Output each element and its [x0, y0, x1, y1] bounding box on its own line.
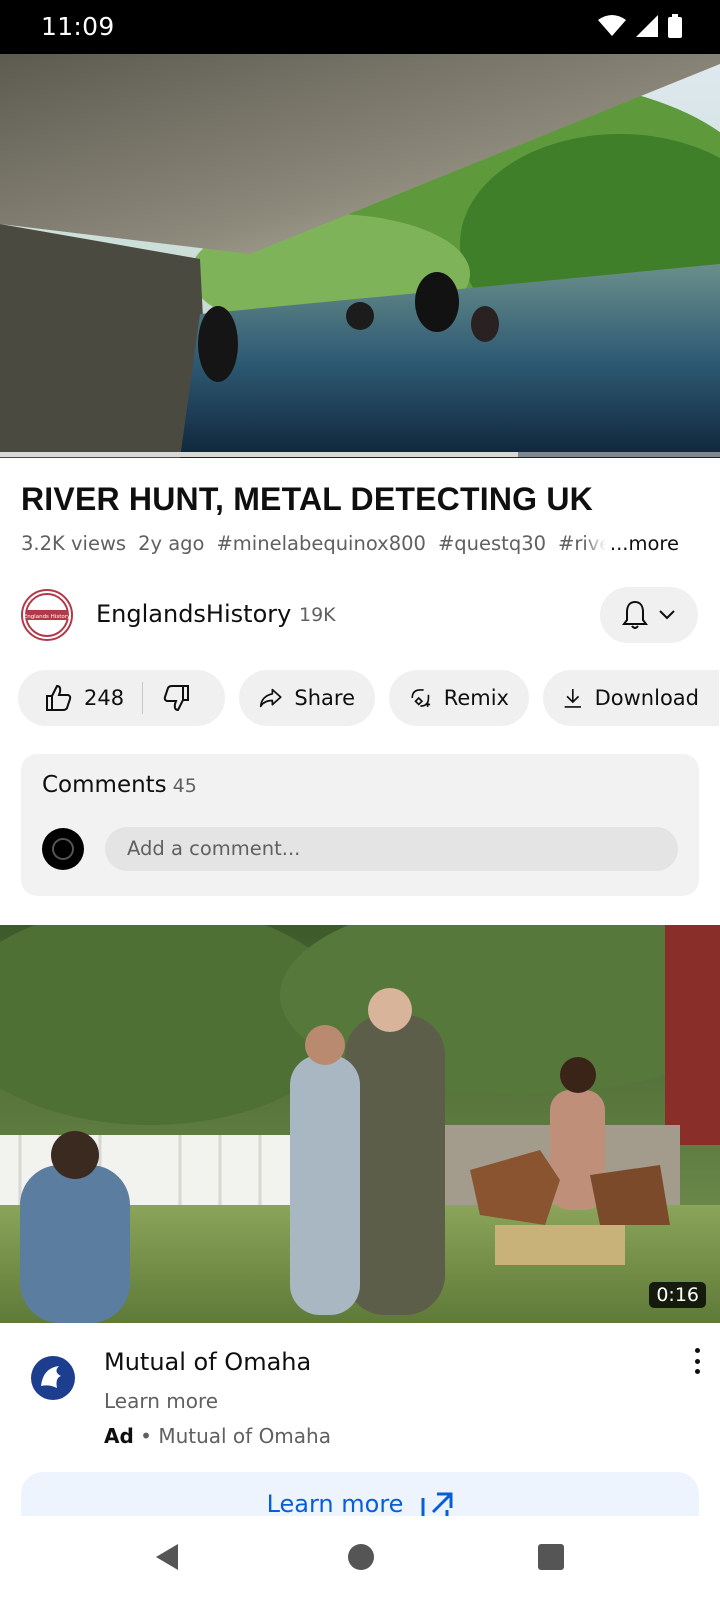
channel-avatar-text: Englands History	[24, 614, 71, 620]
video-progress-bar[interactable]	[0, 452, 720, 457]
comments-header: Comments 45	[42, 772, 197, 798]
like-count[interactable]: 248	[84, 686, 124, 710]
subscriber-count: 19K	[299, 604, 336, 626]
hashtag-link[interactable]: #questq30	[438, 532, 546, 555]
learn-more-label: Learn more	[266, 1490, 404, 1516]
more-button[interactable]: ...more	[583, 532, 679, 555]
ad-video-thumbnail[interactable]	[0, 925, 720, 1323]
video-title[interactable]: RIVER HUNT, METAL DETECTING UK	[21, 481, 593, 518]
status-bar: 11:09	[0, 0, 720, 54]
share-icon	[259, 688, 282, 708]
video-player[interactable]	[0, 54, 720, 458]
external-link-icon	[421, 1492, 453, 1516]
video-meta[interactable]: 3.2K views 2y ago #minelabequinox800 #qu…	[21, 532, 701, 555]
comments-label: Comments	[42, 772, 167, 798]
nav-home-icon[interactable]	[348, 1544, 374, 1570]
channel-row[interactable]: Englands History EnglandsHistory 19K	[0, 584, 720, 646]
like-dislike-chip: 248	[18, 670, 225, 726]
upload-age: 2y ago	[138, 532, 205, 555]
remix-label: Remix	[443, 686, 509, 710]
ad-advertiser: Mutual of Omaha	[158, 1424, 331, 1448]
channel-name[interactable]: EnglandsHistory	[96, 600, 291, 628]
action-bar: 248 Share Remix Download	[18, 670, 719, 726]
download-label: Download	[594, 686, 699, 710]
channel-avatar[interactable]: Englands History	[21, 589, 73, 641]
chevron-down-icon	[659, 610, 675, 620]
nav-recents-icon[interactable]	[538, 1544, 564, 1570]
download-icon	[564, 689, 581, 708]
download-button[interactable]: Download	[543, 670, 719, 726]
more-vert-icon[interactable]	[692, 1348, 702, 1374]
system-nav-bar	[0, 1516, 720, 1600]
signal-icon	[636, 15, 658, 37]
thumbs-down-icon[interactable]	[163, 684, 191, 712]
ad-subtitle: Learn more	[104, 1389, 219, 1413]
add-comment-input[interactable]: Add a comment...	[105, 827, 678, 871]
comments-count: 45	[172, 775, 197, 797]
advertiser-logo[interactable]	[25, 1350, 81, 1406]
ad-title[interactable]: Mutual of Omaha	[104, 1348, 311, 1376]
notification-button[interactable]	[600, 587, 698, 643]
wifi-icon	[598, 15, 626, 36]
nav-back-icon[interactable]	[154, 1542, 180, 1572]
comments-section[interactable]: Comments 45 Add a comment...	[21, 754, 699, 896]
user-avatar	[42, 828, 84, 870]
status-time: 11:09	[41, 12, 115, 41]
ad-duration-badge: 0:16	[649, 1282, 706, 1308]
battery-icon	[668, 14, 682, 38]
ad-attribution: Ad • Mutual of Omaha	[104, 1424, 331, 1448]
remix-button[interactable]: Remix	[389, 670, 529, 726]
share-label: Share	[294, 686, 355, 710]
share-button[interactable]: Share	[239, 670, 375, 726]
hashtag-link[interactable]: #minelabequinox800	[216, 532, 425, 555]
learn-more-button[interactable]: Learn more	[21, 1472, 699, 1516]
chip-divider	[142, 682, 144, 714]
progress-buffer	[0, 452, 519, 457]
remix-icon	[411, 689, 431, 707]
view-count: 3.2K views	[21, 532, 127, 555]
ad-badge: Ad	[104, 1424, 134, 1448]
thumbs-up-icon[interactable]	[44, 684, 72, 712]
bell-icon	[622, 600, 648, 629]
